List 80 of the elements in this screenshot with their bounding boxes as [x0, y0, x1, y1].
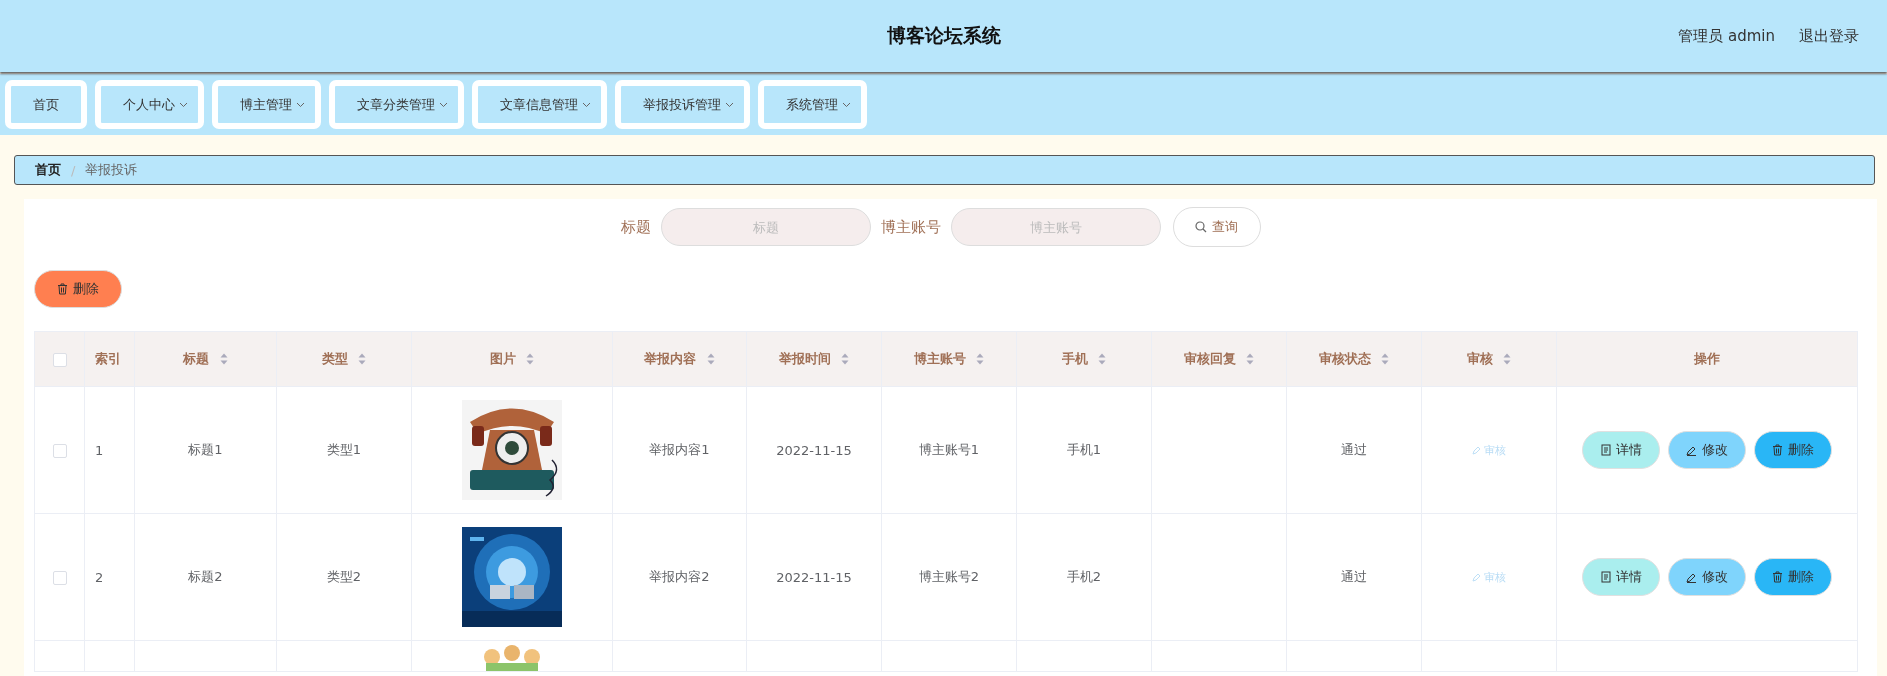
- trash-icon: [1772, 571, 1783, 583]
- sort-icon: [1503, 353, 1512, 365]
- breadcrumb-item[interactable]: 首页: [35, 161, 61, 179]
- nav-item[interactable]: 文章分类管理: [329, 80, 464, 129]
- search-icon: [1195, 221, 1207, 233]
- row-checkbox[interactable]: [52, 570, 67, 585]
- caret-icon: [296, 101, 305, 108]
- breadcrumb-separator: /: [71, 162, 76, 178]
- sort-icon: [1098, 353, 1107, 365]
- delete-button[interactable]: 删除: [1754, 558, 1832, 596]
- table-cell: 2022-11-15: [776, 569, 852, 585]
- sort-icon: [706, 353, 715, 365]
- trash-icon: [57, 283, 68, 295]
- column-header: 索引: [84, 331, 135, 387]
- nav-item[interactable]: 首页: [5, 80, 87, 129]
- pencil-icon: [1472, 445, 1481, 455]
- column-header[interactable]: 举报时间: [746, 331, 882, 387]
- column-header[interactable]: 博主账号: [881, 331, 1017, 387]
- nav-item[interactable]: 文章信息管理: [472, 80, 607, 129]
- detail-button[interactable]: 详情: [1582, 431, 1660, 469]
- logout-link[interactable]: 退出登录: [1799, 26, 1859, 46]
- caret-icon: [725, 101, 734, 108]
- table-cell: 通过: [1341, 569, 1367, 584]
- field-label: 博主账号: [880, 217, 941, 237]
- column-header[interactable]: 举报内容: [612, 331, 747, 387]
- edit-button[interactable]: 修改: [1668, 431, 1746, 469]
- breadcrumb-item: 举报投诉: [85, 161, 138, 179]
- caret-icon: [179, 101, 188, 108]
- column-header[interactable]: 手机: [1016, 331, 1152, 387]
- column-header[interactable]: 审核回复: [1151, 331, 1287, 387]
- column-header[interactable]: 审核状态: [1286, 331, 1422, 387]
- document-icon: [1600, 444, 1611, 456]
- nav-item[interactable]: 博主管理: [212, 80, 321, 129]
- caret-icon: [439, 101, 448, 108]
- field-label: 标题: [620, 217, 651, 237]
- pencil-icon: [1686, 444, 1697, 456]
- index-cell: 2: [95, 569, 104, 585]
- column-header[interactable]: 标题: [134, 331, 277, 387]
- table-cell: 手机1: [1066, 442, 1102, 457]
- table-cell: 博主账号1: [918, 442, 980, 457]
- nav-item[interactable]: 个人中心: [95, 80, 204, 129]
- delete-button[interactable]: 删除: [1754, 431, 1832, 469]
- site-title: 博客论坛系统: [886, 23, 1001, 48]
- column-header[interactable]: 图片: [411, 331, 613, 387]
- table-cell: 博主账号2: [918, 569, 980, 584]
- sort-icon: [219, 353, 228, 365]
- caret-icon: [842, 101, 851, 108]
- table-cell: 举报内容2: [649, 569, 710, 584]
- table-cell: 标题2: [188, 569, 223, 584]
- table-cell: 手机2: [1066, 569, 1102, 584]
- table-cell: 举报内容1: [649, 442, 710, 457]
- search-button[interactable]: 查询: [1172, 207, 1261, 247]
- document-icon: [1600, 571, 1611, 583]
- table-cell: 类型2: [326, 569, 362, 584]
- caret-icon: [582, 101, 591, 108]
- delete-button[interactable]: 删除: [34, 270, 122, 308]
- column-header: 操作: [1556, 331, 1858, 387]
- checkbox[interactable]: [52, 352, 67, 367]
- sort-icon: [1246, 353, 1255, 365]
- index-cell: 1: [95, 442, 104, 458]
- detail-button[interactable]: 详情: [1582, 558, 1660, 596]
- sort-icon: [841, 353, 850, 365]
- pencil-icon: [1472, 572, 1481, 582]
- user-label: 管理员 admin: [1678, 26, 1775, 46]
- edit-button[interactable]: 修改: [1668, 558, 1746, 596]
- table-cell: 标题1: [188, 442, 223, 457]
- sort-icon: [526, 353, 535, 365]
- trash-icon: [1772, 444, 1783, 456]
- row-checkbox[interactable]: [52, 443, 67, 458]
- nav-item[interactable]: 举报投诉管理: [615, 80, 750, 129]
- nav-item[interactable]: 系统管理: [758, 80, 867, 129]
- pencil-icon: [1686, 571, 1697, 583]
- table-cell: 2022-11-15: [776, 442, 852, 458]
- table-cell: 通过: [1341, 442, 1367, 457]
- table-cell: 类型1: [326, 442, 362, 457]
- sort-icon: [976, 353, 985, 365]
- sort-icon: [1381, 353, 1390, 365]
- column-header[interactable]: 类型: [276, 331, 412, 387]
- column-header[interactable]: 审核: [1421, 331, 1557, 387]
- sort-icon: [358, 353, 367, 365]
